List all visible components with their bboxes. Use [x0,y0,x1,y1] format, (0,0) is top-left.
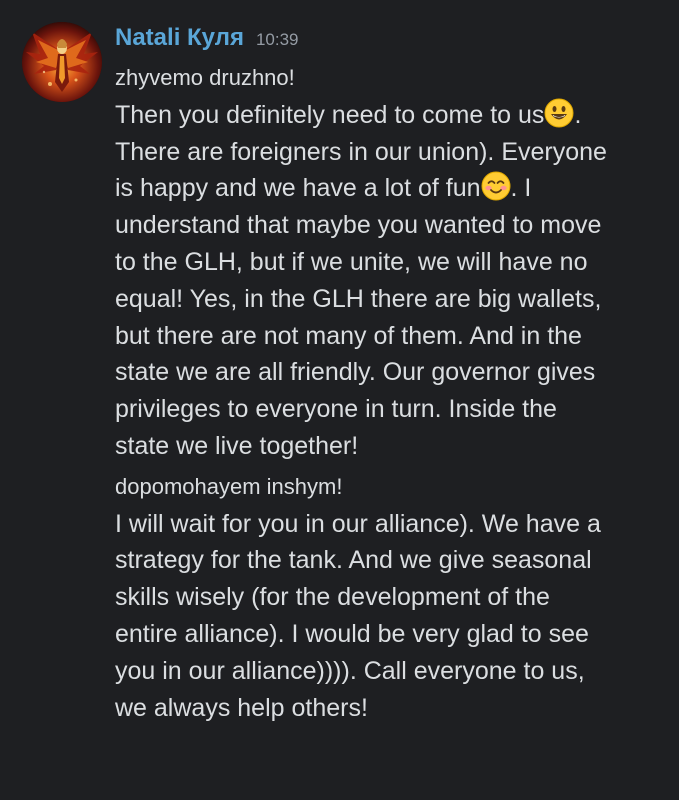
message-line: skills wisely (for the development of th… [115,583,550,612]
grinning-face-emoji-icon[interactable] [544,98,574,128]
user-avatar[interactable] [22,22,102,102]
chat-message: Natali Куля 10:39 zhyvemo druzhno! Then … [0,0,679,800]
message-text: Then you definitely need to come to us [115,100,545,129]
timestamp[interactable]: 10:39 [256,30,299,50]
message-line: dopomohayem inshym! [115,473,343,499]
message-line: zhyvemo druzhno! [115,65,295,90]
message-line: equal! Yes, in the GLH there are big wal… [115,284,602,313]
message-line: but there are not many of them. And in t… [115,321,582,350]
message-line: we always help others! [115,693,368,722]
message-text: is happy and we have a lot of fun [115,174,481,203]
message-line: entire alliance). I would be very glad t… [115,619,589,648]
message-line: Then you definitely need to come to us. [115,97,655,134]
message-line: There are foreigners in our union). Ever… [115,137,607,166]
message-line: you in our alliance)))). Call everyone t… [115,656,585,685]
message-line: state we live together! [115,431,359,460]
message-line: is happy and we have a lot of fun . I [115,170,655,207]
phoenix-avatar-icon [22,22,102,102]
smiling-face-with-blush-emoji-icon[interactable] [481,171,511,201]
message-text: . I [510,174,532,203]
message-line: state we are all friendly. Our governor … [115,358,596,387]
message-line: to the GLH, but if we unite, we will hav… [115,247,588,276]
message-line: I will wait for you in our alliance). We… [115,509,601,538]
message-text: . [574,100,582,129]
message-header: Natali Куля 10:39 [115,24,655,60]
message-line: understand that maybe you wanted to move [115,211,602,240]
message-line: strategy for the tank. And we give seaso… [115,546,592,575]
username[interactable]: Natali Куля [115,24,244,52]
message-content: Natali Куля 10:39 zhyvemo druzhno! Then … [115,24,655,726]
message-line: privileges to everyone in turn. Inside t… [115,395,557,424]
